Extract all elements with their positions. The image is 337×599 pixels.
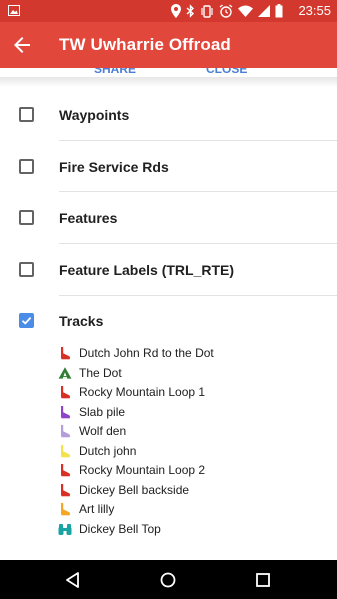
track-item-dutch-john-rd-to-the-dot[interactable]: Dutch John Rd to the Dot xyxy=(0,344,337,363)
location-icon xyxy=(171,4,181,18)
feature-labels-checkbox[interactable] xyxy=(19,262,34,277)
navigation-bar xyxy=(0,560,337,599)
boot-icon xyxy=(58,385,72,399)
track-label: Slab pile xyxy=(79,404,126,419)
layer-row-features[interactable]: Features xyxy=(0,192,337,244)
track-label: Dutch john xyxy=(79,443,137,458)
track-item-dickey-bell-backside[interactable]: Dickey Bell backside xyxy=(0,481,337,500)
vibrate-icon xyxy=(201,4,213,18)
track-label: Dickey Bell Top xyxy=(79,521,161,536)
layer-label: Tracks xyxy=(59,313,104,329)
share-button[interactable]: SHARE xyxy=(94,68,136,76)
app-bar: TW Uwharrie Offroad xyxy=(0,22,337,68)
track-item-art-lilly[interactable]: Art lilly xyxy=(0,500,337,519)
track-label: Dickey Bell backside xyxy=(79,482,190,497)
layer-label: Waypoints xyxy=(59,107,130,123)
checkmark-icon xyxy=(21,316,32,325)
layer-row-tracks[interactable]: Tracks xyxy=(0,295,337,347)
page-title: TW Uwharrie Offroad xyxy=(59,35,231,54)
track-item-the-dot[interactable]: The Dot xyxy=(0,364,337,383)
boot-icon xyxy=(58,502,72,516)
track-item-dickey-bell-top[interactable]: Dickey Bell Top xyxy=(0,520,337,539)
nav-back-icon[interactable] xyxy=(62,569,84,591)
nav-home-icon[interactable] xyxy=(157,569,179,591)
boot-icon xyxy=(58,444,72,458)
track-label: Rocky Mountain Loop 1 xyxy=(79,385,206,399)
track-label: Dutch John Rd to the Dot xyxy=(79,346,214,360)
track-label: Wolf den xyxy=(79,424,127,438)
boot-icon xyxy=(58,424,72,438)
tracks-checkbox[interactable] xyxy=(19,313,34,328)
battery-icon xyxy=(275,4,283,18)
bluetooth-icon xyxy=(186,4,195,18)
boot-icon xyxy=(58,405,72,419)
close-button[interactable]: CLOSE xyxy=(206,68,247,76)
layer-label: Features xyxy=(59,210,118,226)
header-shadow xyxy=(0,77,337,87)
track-label: Rocky Mountain Loop 2 xyxy=(79,463,206,477)
track-item-dutch-john[interactable]: Dutch john xyxy=(0,442,337,461)
features-checkbox[interactable] xyxy=(19,210,34,225)
track-item-rocky-mountain-loop-1[interactable]: Rocky Mountain Loop 1 xyxy=(0,383,337,402)
wifi-icon xyxy=(238,5,253,17)
nav-recents-icon[interactable] xyxy=(252,569,274,591)
track-label: Art lilly xyxy=(79,502,115,516)
track-label: The Dot xyxy=(79,365,122,380)
tent-icon xyxy=(58,366,72,380)
boot-icon xyxy=(58,346,72,360)
track-item-slab-pile[interactable]: Slab pile xyxy=(0,403,337,422)
waypoints-checkbox[interactable] xyxy=(19,107,34,122)
action-buttons-peek: SHARE CLOSE xyxy=(0,68,337,77)
track-item-rocky-mountain-loop-2[interactable]: Rocky Mountain Loop 2 xyxy=(0,461,337,480)
track-item-wolf-den[interactable]: Wolf den xyxy=(0,422,337,441)
boot-icon xyxy=(58,463,72,477)
layer-label: Fire Service Rds xyxy=(59,159,169,175)
signal-icon xyxy=(258,5,270,17)
layer-label: Feature Labels (TRL_RTE) xyxy=(59,262,235,278)
layer-row-fire-service-rds[interactable]: Fire Service Rds xyxy=(0,141,337,193)
back-arrow-icon[interactable] xyxy=(10,33,34,57)
clock: 23:55 xyxy=(298,3,331,18)
alarm-icon xyxy=(219,4,233,18)
binoculars-icon xyxy=(58,522,72,536)
layer-row-waypoints[interactable]: Waypoints xyxy=(0,89,337,141)
boot-icon xyxy=(58,483,72,497)
layer-row-feature-labels[interactable]: Feature Labels (TRL_RTE) xyxy=(0,244,337,296)
status-bar: 23:55 xyxy=(0,0,337,22)
image-notification-icon xyxy=(8,5,20,16)
fire-service-rds-checkbox[interactable] xyxy=(19,159,34,174)
